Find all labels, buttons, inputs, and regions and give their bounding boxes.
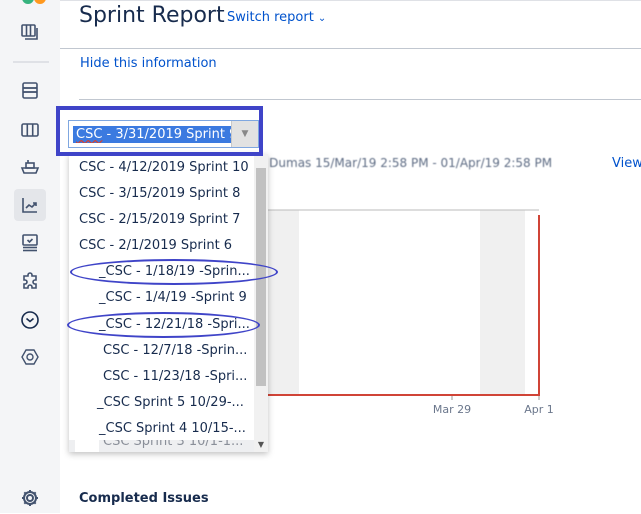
x-tick-label: Mar 29 <box>433 403 471 416</box>
backlog-icon[interactable] <box>14 75 46 107</box>
sprint-option[interactable]: CSC - 11/23/18 -Spri... <box>103 364 247 390</box>
sprint-dropdown-list[interactable]: CSC - 4/12/2019 Sprint 10 CSC - 3/15/201… <box>69 154 268 452</box>
sprint-option[interactable]: _CSC - 1/4/19 -Sprint 9 <box>99 285 247 311</box>
sprint-option[interactable]: CSC - 4/12/2019 Sprint 10 <box>79 155 249 181</box>
hexagon-settings-icon[interactable] <box>14 341 46 373</box>
sprint-select[interactable]: CSC - 3/31/2019 Sprint 9 ▼ <box>68 120 259 148</box>
switch-report-label: Switch report <box>227 10 314 25</box>
sprint-option[interactable]: _CSC Sprint 5 10/29-... <box>97 390 244 416</box>
x-tick-label: Apr 1 <box>524 403 554 416</box>
project-logo[interactable] <box>22 0 48 6</box>
project-sidebar <box>0 0 60 513</box>
view-in-issue-navigator-link[interactable]: View <box>612 156 641 171</box>
chevron-down-icon: ⌄ <box>317 13 327 24</box>
sprint-option[interactable]: CSC - 2/15/2019 Sprint 7 <box>79 207 240 233</box>
sprint-option[interactable]: CSC - 2/1/2019 Sprint 6 <box>79 233 232 259</box>
sprint-option-partial[interactable]: CSC Sprint 3 10/1-1... <box>69 440 254 452</box>
sprint-option[interactable]: _CSC - 1/18/19 -Sprin... <box>99 259 250 285</box>
clock-icon[interactable] <box>14 304 46 336</box>
non-working-band <box>480 210 525 395</box>
releases-ship-icon[interactable] <box>14 150 46 182</box>
reports-chart-icon[interactable] <box>14 189 46 221</box>
scroll-down-arrow-icon[interactable]: ▼ <box>256 440 266 450</box>
hide-information-link[interactable]: Hide this information <box>80 56 217 71</box>
sprint-select-prefix: CSC <box>76 127 103 142</box>
sprint-option[interactable]: _CSC - 12/21/18 -Spri... <box>99 312 250 338</box>
page-title: Sprint Report <box>79 3 225 28</box>
completed-issues-heading: Completed Issues <box>79 491 209 506</box>
header-divider <box>60 48 641 49</box>
burndown-chart-svg: Mar 29 Apr 1 <box>260 209 554 416</box>
switch-report-button[interactable]: Switch report ⌄ <box>227 10 326 25</box>
dropdown-arrow-icon[interactable]: ▼ <box>231 121 258 147</box>
sprint-meta-text: a Dumas 15/Mar/19 2:58 PM - 01/Apr/19 2:… <box>258 156 553 170</box>
info-divider <box>79 99 641 100</box>
sprint-option[interactable]: CSC - 12/7/18 -Sprin... <box>103 338 247 364</box>
burndown-chart: Mar 29 Apr 1 <box>260 195 560 425</box>
sidebar-divider <box>13 61 49 63</box>
board-columns-icon[interactable] <box>14 114 46 146</box>
top-border <box>60 0 641 1</box>
sprint-option[interactable]: CSC - 3/15/2019 Sprint 8 <box>79 181 240 207</box>
sprint-select-value[interactable]: CSC - 3/31/2019 Sprint 9 <box>73 126 236 143</box>
settings-gear-icon[interactable] <box>14 482 46 514</box>
issues-monitor-icon[interactable] <box>14 227 46 259</box>
backlog-board-icon[interactable] <box>14 16 46 48</box>
components-puzzle-icon[interactable] <box>14 266 46 298</box>
dropdown-scroll-thumb[interactable] <box>256 168 266 386</box>
sprint-option[interactable]: _CSC Sprint 4 10/15-... <box>99 416 246 442</box>
sprint-select-rest: - 3/31/2019 Sprint 9 <box>102 127 236 142</box>
